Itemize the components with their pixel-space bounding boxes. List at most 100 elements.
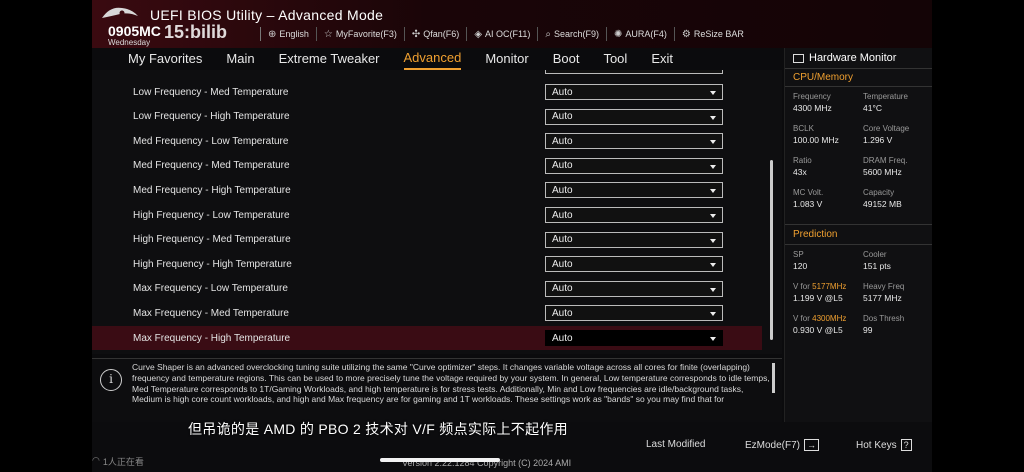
setting-row[interactable]: High Frequency - Low Temperature Auto xyxy=(92,203,762,227)
tab-my-favorites[interactable]: My Favorites xyxy=(128,48,202,70)
settings-scrollbar[interactable] xyxy=(770,160,773,340)
hw-metric: Core Voltage 1.296 V xyxy=(863,124,932,146)
setting-row[interactable]: Med Frequency - Med Temperature Auto xyxy=(92,154,762,178)
hw-metric-label: Capacity xyxy=(863,188,895,197)
bios-screen: UEFI BIOS Utility – Advanced Mode 0905MC… xyxy=(92,0,932,472)
chevron-down-icon xyxy=(710,164,716,169)
setting-row[interactable]: High Frequency - High Temperature Auto xyxy=(92,252,762,276)
toolbar-search[interactable]: ⌕ Search(F9) xyxy=(537,27,606,41)
toolbar-resizebar[interactable]: ⚙ ReSize BAR xyxy=(673,27,751,41)
setting-row[interactable]: Low Frequency - High Temperature Auto xyxy=(92,105,762,129)
setting-value: Auto xyxy=(552,111,573,123)
home-indicator[interactable] xyxy=(380,458,500,462)
setting-dropdown[interactable]: Auto xyxy=(545,207,723,223)
hw-divider xyxy=(785,86,932,87)
setting-dropdown[interactable]: Auto xyxy=(545,256,723,273)
setting-label: Med Frequency - Med Temperature xyxy=(133,160,290,172)
hw-metric-value: 100.00 MHz xyxy=(793,135,839,145)
setting-dropdown[interactable]: Auto xyxy=(545,305,723,322)
ezmode-button[interactable]: EzMode(F7) → xyxy=(745,439,820,451)
chevron-down-icon xyxy=(710,214,716,218)
setting-value: Auto xyxy=(552,184,573,196)
globe-icon: ⊕ xyxy=(268,28,277,40)
setting-dropdown[interactable]: Auto xyxy=(545,84,723,100)
hotkeys-label: Hot Keys xyxy=(856,439,897,451)
setting-label: High Frequency - Low Temperature xyxy=(133,209,290,221)
chevron-down-icon xyxy=(710,238,716,243)
partial-dropdown[interactable] xyxy=(545,70,723,74)
setting-dropdown[interactable]: Auto xyxy=(545,108,723,125)
toolbar-aura[interactable]: ✺ AURA(F4) xyxy=(605,27,674,41)
setting-dropdown[interactable]: Auto xyxy=(545,330,723,346)
hw-vfor-2-value: 0.930 V @L5 xyxy=(793,325,843,335)
setting-dropdown[interactable]: Auto xyxy=(545,133,723,150)
chevron-down-icon xyxy=(710,189,716,194)
hw-metric: MC Volt. 1.083 V xyxy=(793,188,863,210)
hotkeys-button[interactable]: Hot Keys ? xyxy=(856,439,912,451)
hw-metric-value: 1.296 V xyxy=(863,135,893,145)
hw-sp-value: 120 xyxy=(793,261,808,271)
setting-label: Med Frequency - High Temperature xyxy=(133,184,291,196)
tab-tool[interactable]: Tool xyxy=(603,48,627,70)
help-text: Curve Shaper is an advanced overclocking… xyxy=(132,362,770,405)
help-scrollbar[interactable] xyxy=(772,363,775,393)
hw-vfor-2: V for 4300MHz 0.930 V @L5 xyxy=(793,314,863,336)
toolbar: ⊕ English ☆ MyFavorite(F3) ✣ Qfan(F6) ◈ … xyxy=(260,27,751,41)
hw-vfor-1: V for 5177MHz 1.199 V @L5 xyxy=(793,282,863,304)
tab-exit[interactable]: Exit xyxy=(651,48,673,70)
hw-heavy-freq-value: 5177 MHz xyxy=(863,293,902,303)
star-icon: ☆ xyxy=(323,28,333,40)
setting-row[interactable]: Med Frequency - Low Temperature Auto xyxy=(92,129,762,153)
setting-row[interactable]: High Frequency - Med Temperature Auto xyxy=(92,228,762,252)
hw-monitor-title-text: Hardware Monitor xyxy=(809,52,897,64)
hw-metric: Capacity 49152 MB xyxy=(863,188,932,210)
day-text: Wednesday xyxy=(108,38,151,47)
hw-metric: Frequency 4300 MHz xyxy=(793,92,863,114)
hw-cooler: Cooler 151 pts xyxy=(863,250,932,272)
setting-value: Auto xyxy=(552,234,573,246)
setting-row[interactable]: Max Frequency - High Temperature Auto xyxy=(92,326,762,350)
hw-metric-label: Frequency xyxy=(793,92,831,101)
setting-row[interactable]: Max Frequency - Low Temperature Auto xyxy=(92,277,762,301)
setting-dropdown[interactable]: Auto xyxy=(545,280,723,297)
setting-value: Auto xyxy=(552,258,573,270)
chevron-down-icon xyxy=(710,91,716,95)
header-bar: UEFI BIOS Utility – Advanced Mode 0905MC… xyxy=(92,0,932,48)
tab-monitor[interactable]: Monitor xyxy=(485,48,528,70)
tab-main[interactable]: Main xyxy=(226,48,254,70)
rog-logo-icon xyxy=(102,7,138,18)
setting-value: Auto xyxy=(552,135,573,147)
toolbar-myfavorite[interactable]: ☆ MyFavorite(F3) xyxy=(315,27,404,41)
setting-dropdown[interactable]: Auto xyxy=(545,231,723,248)
exit-arrow-icon: → xyxy=(804,439,820,451)
help-panel: i Curve Shaper is an advanced overclocki… xyxy=(92,358,782,422)
main-menu: My Favorites Main Extreme Tweaker Advanc… xyxy=(92,48,784,70)
toolbar-aioc[interactable]: ◈ AI OC(F11) xyxy=(466,27,537,41)
hw-vfor-2-freq: 4300MHz xyxy=(812,314,847,323)
hw-metric-label: Temperature xyxy=(863,92,908,101)
toolbar-language-label: English xyxy=(279,29,309,39)
tab-boot[interactable]: Boot xyxy=(553,48,580,70)
setting-dropdown[interactable]: Auto xyxy=(545,157,723,174)
setting-row[interactable]: Med Frequency - High Temperature Auto xyxy=(92,178,762,202)
last-modified-button[interactable]: Last Modified xyxy=(646,439,705,450)
tab-advanced[interactable]: Advanced xyxy=(403,48,462,70)
setting-label: High Frequency - Med Temperature xyxy=(133,234,291,246)
tab-extreme-tweaker[interactable]: Extreme Tweaker xyxy=(279,48,380,70)
setting-dropdown[interactable]: Auto xyxy=(545,182,723,199)
toolbar-language[interactable]: ⊕ English xyxy=(260,27,316,41)
ai-icon: ◈ xyxy=(474,28,483,40)
setting-value: Auto xyxy=(552,160,573,172)
hw-cooler-label: Cooler xyxy=(863,250,887,259)
hw-sp-label: SP xyxy=(793,250,804,259)
viewer-count-text: 1人正在看 xyxy=(102,457,144,467)
hw-metric-value: 5600 MHz xyxy=(863,167,902,177)
toolbar-qfan[interactable]: ✣ Qfan(F6) xyxy=(403,27,466,41)
aura-icon: ✺ xyxy=(613,28,623,40)
setting-row[interactable]: Max Frequency - Med Temperature Auto xyxy=(92,301,762,325)
setting-value: Auto xyxy=(552,307,573,319)
setting-row[interactable]: Low Frequency - Med Temperature Auto xyxy=(92,80,762,104)
setting-value: Auto xyxy=(552,209,573,221)
setting-label: Max Frequency - Low Temperature xyxy=(133,283,288,295)
toolbar-search-label: Search(F9) xyxy=(553,29,599,39)
